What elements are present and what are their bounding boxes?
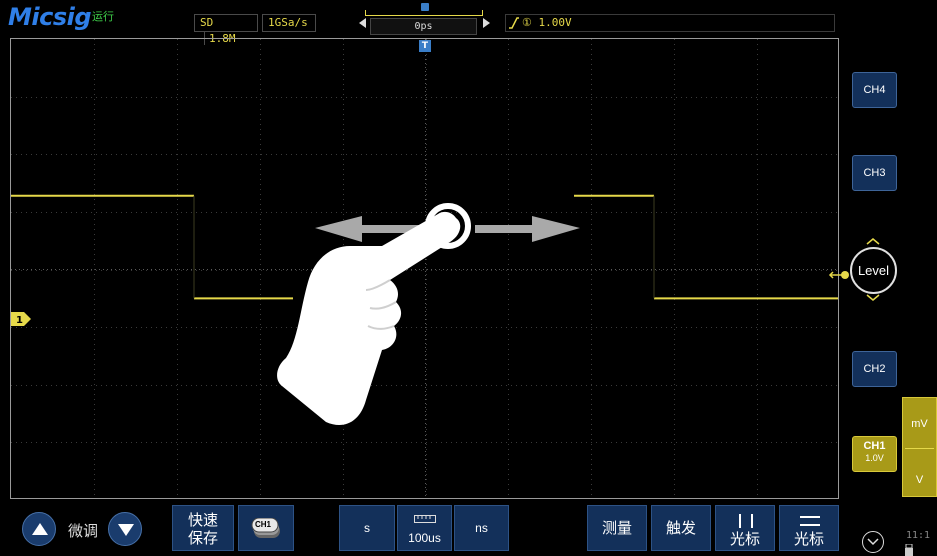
memory-depth-field[interactable]: SD 1.8M (194, 14, 258, 45)
timebase-nanoseconds-button[interactable]: ns (454, 505, 509, 551)
trigger-button[interactable]: 触发 (651, 505, 711, 551)
quick-save-line1: 快速 (187, 511, 218, 529)
ch1-ground-marker[interactable]: 1 (11, 312, 31, 326)
rising-edge-icon (509, 17, 519, 29)
vertical-cursor-icon (739, 514, 753, 528)
scroll-left-arrow-icon[interactable] (359, 18, 366, 28)
horizontal-position-field[interactable]: 0ps (370, 18, 477, 35)
swipe-gesture-icon (277, 203, 580, 426)
fine-tune-up-button[interactable] (22, 512, 56, 546)
trigger-level-knob[interactable]: Level (850, 247, 897, 294)
trigger-level-marker[interactable] (828, 270, 850, 280)
vscale-mv-button[interactable]: mV (903, 418, 936, 430)
timebase-seconds-button[interactable]: s (339, 505, 395, 551)
vertical-cursor-label: 光标 (729, 530, 760, 548)
clock-text: 11:1 (906, 530, 931, 541)
timebase-value: 100us (408, 531, 441, 545)
chevron-down-icon (867, 538, 879, 546)
level-up-chevron-icon[interactable] (866, 237, 880, 245)
status-bar: Micsig 运行 SD 1.8M 1GSa/s 0ps ① 1.00V (0, 0, 937, 45)
usb-icon (905, 544, 913, 556)
trigger-time-marker[interactable]: T (419, 40, 431, 52)
down-arrow-icon (118, 524, 134, 536)
quick-save-line2: 保存 (187, 529, 218, 547)
channel-select-button[interactable]: CH1 (238, 505, 294, 551)
ch4-button[interactable]: CH4 (852, 72, 897, 108)
fine-tune-label: 微调 (68, 522, 99, 540)
trigger-info-text: ① 1.00V (522, 16, 572, 29)
measure-button[interactable]: 测量 (587, 505, 647, 551)
sample-rate-field[interactable]: 1GSa/s (262, 14, 316, 32)
quick-save-button[interactable]: 快速 保存 (172, 505, 234, 551)
expand-menu-icon[interactable] (862, 531, 884, 553)
timebase-display[interactable]: 100us (397, 505, 452, 551)
ch3-button[interactable]: CH3 (852, 155, 897, 191)
brand-logo: Micsig (8, 3, 92, 31)
level-down-chevron-icon[interactable] (866, 294, 880, 302)
vertical-cursor-button[interactable]: 光标 (715, 505, 775, 551)
run-status[interactable]: 运行 (92, 8, 114, 24)
scroll-right-arrow-icon[interactable] (483, 18, 490, 28)
trigger-position-icon (421, 3, 429, 11)
vscale-v-button[interactable]: V (903, 474, 936, 486)
channel-chip-label: CH1 (255, 520, 272, 529)
ch1-button[interactable]: CH1 1.0V (852, 436, 897, 472)
horizontal-cursor-icon (800, 516, 820, 526)
ruler-icon (414, 515, 436, 523)
vertical-scale-control[interactable]: mV V (902, 397, 937, 497)
up-arrow-icon (32, 523, 48, 535)
vscale-divider (905, 448, 934, 449)
ch1-button-label: CH1 (863, 440, 886, 452)
svg-text:1: 1 (16, 315, 23, 326)
horizontal-cursor-button[interactable]: 光标 (779, 505, 839, 551)
ch2-button[interactable]: CH2 (852, 351, 897, 387)
fine-tune-down-button[interactable] (108, 512, 142, 546)
ch1-scale-value: 1.0V (865, 453, 884, 463)
horizontal-cursor-label: 光标 (793, 530, 824, 548)
memory-depth-label: SD (200, 16, 214, 29)
